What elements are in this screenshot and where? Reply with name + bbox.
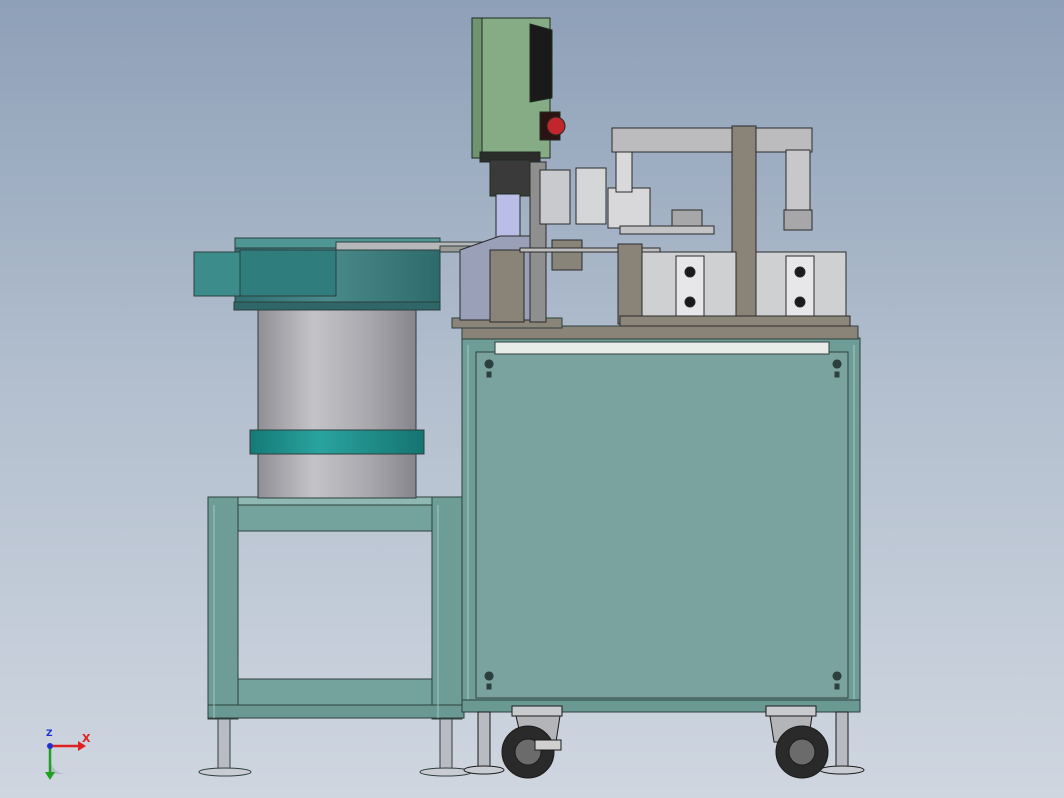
z-axis-point (47, 743, 53, 749)
leveling-foot (463, 765, 505, 775)
air-cylinder-rod (785, 149, 811, 213)
leveling-foot (819, 765, 865, 775)
main-cabinet (451, 317, 861, 713)
controller-mount-post (489, 159, 531, 197)
caster-mount-plate (765, 705, 817, 717)
caster-brake (534, 739, 562, 751)
cylinder-port (684, 266, 696, 278)
y-axis-arrow (45, 772, 55, 780)
cad-viewport[interactable]: X Z (0, 0, 1064, 798)
cylinder-base-plate (619, 315, 851, 327)
bowl-track-front (239, 249, 337, 297)
cylinder-port (794, 296, 806, 308)
guide-block (489, 249, 525, 323)
stand-bottom-rail (207, 704, 465, 719)
cabinet-door-panel (475, 351, 849, 699)
leveling-foot-post (477, 711, 491, 768)
press-block (607, 187, 651, 229)
bowl-track-left (193, 251, 241, 297)
controller-housing-edge (471, 17, 483, 159)
stand-left-post (207, 496, 239, 720)
leveling-foot (198, 767, 252, 777)
vibrator-base-cylinder (257, 305, 417, 499)
cylinder-port (794, 266, 806, 278)
x-axis-label: X (82, 732, 91, 745)
casters (463, 705, 865, 779)
cylinder-port (684, 296, 696, 308)
emergency-stop-button[interactable] (546, 116, 566, 136)
press-plate (619, 225, 715, 235)
caster-mount-plate (511, 705, 563, 717)
leveling-foot-post (439, 717, 453, 771)
caster-hub (788, 738, 816, 766)
machine-assembly-drawing (193, 17, 865, 779)
stand-lower-crossbar (237, 678, 433, 706)
leveling-foot-post (217, 717, 231, 771)
stand-upper-crossbar (237, 504, 433, 532)
vibrator-clamp-band (249, 429, 425, 455)
feeder-stand (198, 496, 473, 777)
cabinet-top-trim (494, 341, 830, 355)
bowl-bottom-lip (233, 301, 441, 311)
gripper-cylinder (575, 167, 607, 225)
view-orientation-triad: X Z (36, 728, 106, 788)
press-crossbeam (611, 127, 813, 153)
controller-screen-bezel (529, 23, 553, 103)
air-cylinder-fitting (783, 209, 813, 231)
z-axis-label: Z (46, 729, 53, 739)
cylinder-mount (617, 243, 643, 325)
guide-rod (615, 151, 633, 193)
leveling-foot-post (835, 711, 849, 768)
stand-right-post (431, 496, 463, 720)
sensor-bracket (539, 169, 571, 225)
slide-block (551, 239, 583, 271)
